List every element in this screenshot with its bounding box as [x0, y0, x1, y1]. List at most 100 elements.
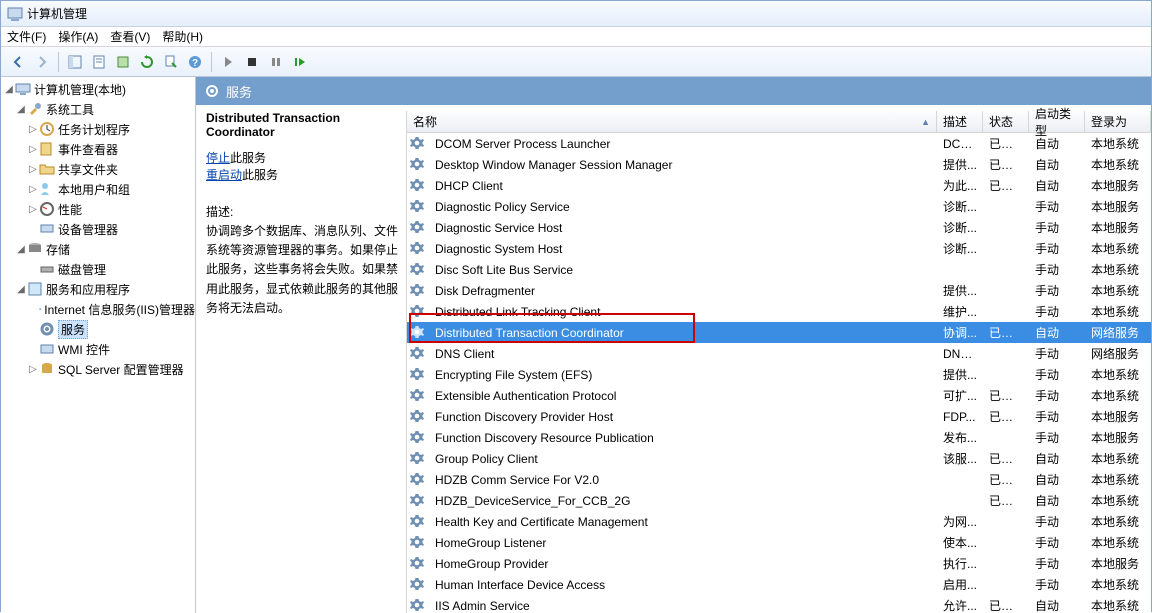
col-startup[interactable]: 启动类型	[1029, 111, 1085, 132]
expander-icon[interactable]: ▷	[27, 124, 39, 135]
service-startup-cell: 手动	[1029, 429, 1085, 446]
col-status[interactable]: 状态	[983, 111, 1029, 132]
service-account-cell: 本地服务	[1085, 555, 1151, 572]
expander-icon[interactable]: ▷	[27, 204, 39, 215]
service-name-cell: Function Discovery Provider Host	[429, 410, 937, 424]
tree-local-users[interactable]: ▷ 本地用户和组	[1, 179, 195, 199]
service-row[interactable]: Distributed Transaction Coordinator协调...…	[407, 322, 1151, 343]
col-account[interactable]: 登录为	[1085, 111, 1151, 132]
stop-service-link[interactable]: 停止	[206, 151, 230, 165]
start-button[interactable]	[217, 51, 239, 73]
service-account-cell: 本地系统	[1085, 135, 1151, 152]
expander-icon[interactable]: ▷	[27, 144, 39, 155]
expander-icon[interactable]: ◢	[15, 284, 27, 295]
pause-button[interactable]	[265, 51, 287, 73]
tree-device-manager[interactable]: 设备管理器	[1, 219, 195, 239]
expander-icon[interactable]: ◢	[3, 84, 15, 95]
service-row[interactable]: Encrypting File System (EFS)提供...手动本地系统	[407, 364, 1151, 385]
service-row[interactable]: IIS Admin Service允许...已启动自动本地系统	[407, 595, 1151, 613]
tree-services[interactable]: 服务	[1, 319, 195, 339]
service-row[interactable]: Disk Defragmenter提供...手动本地系统	[407, 280, 1151, 301]
service-row[interactable]: Health Key and Certificate Management为网.…	[407, 511, 1151, 532]
service-account-cell: 本地服务	[1085, 429, 1151, 446]
service-row[interactable]: Extensible Authentication Protocol可扩...已…	[407, 385, 1151, 406]
service-startup-cell: 手动	[1029, 366, 1085, 383]
gear-icon	[39, 321, 55, 337]
service-row[interactable]: Human Interface Device Access启用...手动本地系统	[407, 574, 1151, 595]
service-row[interactable]: Distributed Link Tracking Client维护...手动本…	[407, 301, 1151, 322]
service-startup-cell: 手动	[1029, 303, 1085, 320]
col-name[interactable]: 名称▲	[407, 111, 937, 132]
sort-asc-icon: ▲	[921, 117, 930, 127]
help-button[interactable]: ?	[184, 51, 206, 73]
service-row[interactable]: Diagnostic Service Host诊断...手动本地服务	[407, 217, 1151, 238]
restart-button[interactable]	[289, 51, 311, 73]
service-row[interactable]: Group Policy Client该服...已启动自动本地系统	[407, 448, 1151, 469]
gear-icon	[409, 556, 425, 572]
service-row[interactable]: Diagnostic Policy Service诊断...手动本地服务	[407, 196, 1151, 217]
export-button[interactable]	[112, 51, 134, 73]
gear-icon	[409, 346, 425, 362]
tree-iis[interactable]: Internet 信息服务(IIS)管理器	[1, 299, 195, 319]
toolbar: ?	[1, 47, 1151, 77]
show-hide-button[interactable]	[64, 51, 86, 73]
tree-task-scheduler[interactable]: ▷ 任务计划程序	[1, 119, 195, 139]
storage-icon	[27, 241, 43, 257]
stop-link-line: 停止此服务	[206, 149, 398, 166]
tree-root[interactable]: ◢ 计算机管理(本地)	[1, 79, 195, 99]
menu-action[interactable]: 操作(A)	[58, 28, 98, 45]
col-desc[interactable]: 描述	[937, 111, 983, 132]
service-row[interactable]: HomeGroup Provider执行...手动本地服务	[407, 553, 1151, 574]
menu-view[interactable]: 查看(V)	[110, 28, 150, 45]
service-desc-cell: FDP...	[937, 410, 983, 424]
service-row[interactable]: Diagnostic System Host诊断...手动本地系统	[407, 238, 1151, 259]
expander-icon[interactable]: ▷	[27, 164, 39, 175]
service-row[interactable]: HDZB_DeviceService_For_CCB_2G已启动自动本地系统	[407, 490, 1151, 511]
service-account-cell: 本地服务	[1085, 177, 1151, 194]
service-account-cell: 网络服务	[1085, 324, 1151, 341]
expander-icon[interactable]: ◢	[15, 104, 27, 115]
service-status-cell: 已启动	[983, 135, 1029, 152]
titlebar: 计算机管理	[1, 1, 1151, 27]
service-row[interactable]: DNS ClientDNS...手动网络服务	[407, 343, 1151, 364]
expander-icon[interactable]: ▷	[27, 364, 39, 375]
menu-help[interactable]: 帮助(H)	[162, 28, 203, 45]
service-account-cell: 本地系统	[1085, 471, 1151, 488]
service-row[interactable]: DHCP Client为此...已启动自动本地服务	[407, 175, 1151, 196]
service-row[interactable]: HomeGroup Listener使本...手动本地系统	[407, 532, 1151, 553]
tree-storage[interactable]: ◢ 存储	[1, 239, 195, 259]
tree-shared-folders[interactable]: ▷ 共享文件夹	[1, 159, 195, 179]
refresh-button[interactable]	[136, 51, 158, 73]
service-account-cell: 本地系统	[1085, 387, 1151, 404]
tree-wmi[interactable]: WMI 控件	[1, 339, 195, 359]
forward-button[interactable]	[31, 51, 53, 73]
service-account-cell: 本地系统	[1085, 597, 1151, 613]
restart-service-link[interactable]: 重启动	[206, 168, 242, 182]
stop-button[interactable]	[241, 51, 263, 73]
gear-icon	[409, 451, 425, 467]
service-desc-cell: 诊断...	[937, 240, 983, 257]
service-row[interactable]: Desktop Window Manager Session Manager提供…	[407, 154, 1151, 175]
service-row[interactable]: HDZB Comm Service For V2.0已启动自动本地系统	[407, 469, 1151, 490]
expander-icon[interactable]: ◢	[15, 244, 27, 255]
wmi-icon	[39, 341, 55, 357]
service-row[interactable]: Function Discovery Provider HostFDP...已启…	[407, 406, 1151, 427]
expander-icon[interactable]: ▷	[27, 184, 39, 195]
service-list[interactable]: DCOM Server Process LauncherDCO...已启动自动本…	[407, 133, 1151, 613]
service-row[interactable]: DCOM Server Process LauncherDCO...已启动自动本…	[407, 133, 1151, 154]
tree-services-apps[interactable]: ◢ 服务和应用程序	[1, 279, 195, 299]
service-row[interactable]: Function Discovery Resource Publication发…	[407, 427, 1151, 448]
export-list-button[interactable]	[160, 51, 182, 73]
users-icon	[39, 181, 55, 197]
service-startup-cell: 手动	[1029, 534, 1085, 551]
tree-system-tools[interactable]: ◢ 系统工具	[1, 99, 195, 119]
tree-event-viewer[interactable]: ▷ 事件查看器	[1, 139, 195, 159]
back-button[interactable]	[7, 51, 29, 73]
restart-link-line: 重启动此服务	[206, 166, 398, 183]
properties-button[interactable]	[88, 51, 110, 73]
service-row[interactable]: Disc Soft Lite Bus Service手动本地系统	[407, 259, 1151, 280]
menu-file[interactable]: 文件(F)	[7, 28, 46, 45]
tree-performance[interactable]: ▷ 性能	[1, 199, 195, 219]
tree-disk-management[interactable]: 磁盘管理	[1, 259, 195, 279]
tree-sql[interactable]: ▷ SQL Server 配置管理器	[1, 359, 195, 379]
